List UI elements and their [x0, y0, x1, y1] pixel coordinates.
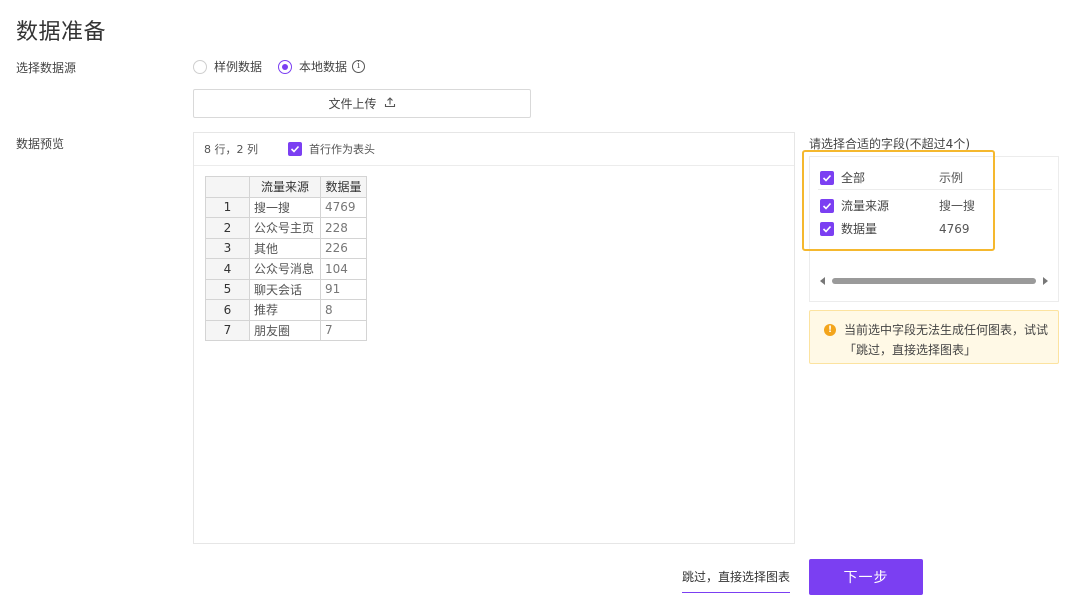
table-row: 4 公众号消息 104 — [205, 258, 367, 280]
table-row: 2 公众号主页 228 — [205, 217, 367, 239]
table-cell: 91 — [320, 278, 367, 300]
preview-header: 8 行，2 列 首行作为表头 — [194, 133, 794, 166]
warning-text: 当前选中字段无法生成任何图表，试试「跳过，直接选择图表」 — [844, 323, 1049, 357]
radio-local-data-label[interactable]: 本地数据 — [299, 58, 347, 75]
scroll-right-icon[interactable] — [1043, 277, 1048, 285]
field-highlight-box — [802, 150, 995, 251]
next-step-button[interactable]: 下一步 — [809, 559, 923, 595]
table-cell: 推荐 — [249, 299, 321, 321]
table-cell: 其他 — [249, 237, 321, 259]
file-upload-label: 文件上传 — [328, 97, 377, 111]
table-cell: 公众号主页 — [249, 217, 321, 239]
scrollbar-track[interactable] — [832, 278, 1036, 284]
column-header[interactable]: 流量来源 — [249, 176, 321, 198]
table-cell: 226 — [320, 237, 367, 259]
table-row: 5 聊天会话 91 — [205, 278, 367, 300]
preview-table: 流量来源 数据量 1 搜一搜 4769 2 公众号主页 228 3 其他 226… — [205, 176, 367, 341]
row-index: 6 — [205, 299, 250, 321]
table-row: 7 朋友圈 7 — [205, 319, 367, 341]
radio-sample-data-label[interactable]: 样例数据 — [214, 58, 262, 75]
table-row: 3 其他 226 — [205, 237, 367, 259]
row-index: 7 — [205, 319, 250, 341]
check-icon — [290, 145, 300, 153]
row-index: 2 — [205, 217, 250, 239]
table-cell: 104 — [320, 258, 367, 280]
horizontal-scrollbar[interactable] — [820, 275, 1048, 287]
table-cell: 公众号消息 — [249, 258, 321, 280]
warning-icon: ! — [824, 324, 836, 336]
table-row: 6 推荐 8 — [205, 299, 367, 321]
table-cell: 4769 — [320, 196, 367, 218]
page-title: 数据准备 — [16, 20, 107, 45]
row-index: 1 — [205, 196, 250, 218]
header-row-checkbox-label[interactable]: 首行作为表头 — [309, 141, 375, 157]
table-corner — [205, 176, 250, 198]
table-cell: 8 — [320, 299, 367, 321]
row-index: 5 — [205, 278, 250, 300]
warning-message: ! 当前选中字段无法生成任何图表，试试「跳过，直接选择图表」 — [809, 310, 1059, 364]
info-icon[interactable]: i — [352, 60, 366, 73]
table-cell: 搜一搜 — [249, 196, 321, 218]
row-index: 4 — [205, 258, 250, 280]
header-row-checkbox[interactable] — [288, 142, 302, 156]
data-source-radio-group: 样例数据 本地数据 i — [193, 58, 366, 75]
table-cell: 朋友圈 — [249, 319, 321, 341]
column-header[interactable]: 数据量 — [320, 176, 367, 198]
data-preview-label: 数据预览 — [16, 137, 65, 151]
table-row: 1 搜一搜 4769 — [205, 196, 367, 218]
table-cell: 228 — [320, 217, 367, 239]
scroll-left-icon[interactable] — [820, 277, 825, 285]
file-upload-button[interactable]: 文件上传 — [193, 89, 531, 118]
upload-icon — [384, 96, 396, 111]
radio-sample-data[interactable] — [193, 59, 207, 74]
row-index: 3 — [205, 237, 250, 259]
scrollbar-thumb[interactable] — [832, 278, 1036, 284]
radio-local-data[interactable] — [278, 59, 293, 74]
table-cell: 聊天会话 — [249, 278, 321, 300]
row-col-count: 8 行，2 列 — [204, 143, 258, 156]
data-preview-panel: 8 行，2 列 首行作为表头 流量来源 数据量 1 搜一搜 4769 2 公众号… — [193, 132, 795, 544]
table-cell: 7 — [320, 319, 367, 341]
skip-to-chart-link[interactable]: 跳过，直接选择图表 — [682, 568, 791, 593]
data-source-label: 选择数据源 — [16, 61, 77, 75]
